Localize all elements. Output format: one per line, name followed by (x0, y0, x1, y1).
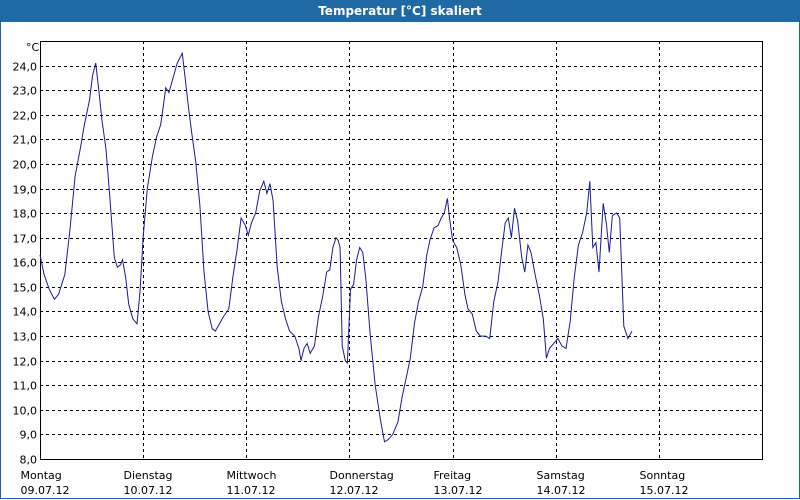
y-axis-ticks: 8,0 9,0 10,0 11,0 12,0 13,0 14,0 15,0 16,0 17,0 18… (13, 61, 38, 467)
y-tick-label: 17,0 (13, 233, 38, 246)
y-tick-label: 11,0 (13, 380, 38, 393)
y-tick-label: 22,0 (13, 110, 38, 123)
y-tick-label: 16,0 (13, 257, 38, 270)
x-day-label: Mittwoch (227, 469, 277, 482)
x-date-label: 10.07.12 (124, 484, 173, 497)
y-tick-label: 13,0 (13, 331, 38, 344)
x-date-label: 13.07.12 (434, 484, 483, 497)
line-chart: °C 8,0 9,0 10,0 11,0 12,0 13,0 14,0 15,0 16,0 17,… (13, 41, 763, 497)
y-tick-label: 9,0 (20, 429, 38, 442)
x-axis-day-labels: Montag 09.07.12 Dienstag 10.07.12 Mittwoch 11… (21, 469, 689, 497)
y-tick-label: 8,0 (20, 454, 38, 467)
y-tick-label: 20,0 (13, 159, 38, 172)
x-day-label: Montag (21, 469, 62, 482)
temperature-line (39, 51, 633, 443)
x-day-label: Donnerstag (330, 469, 394, 482)
x-date-label: 09.07.12 (21, 484, 70, 497)
x-date-label: 12.07.12 (330, 484, 379, 497)
x-date-label: 15.07.12 (640, 484, 689, 497)
grid (40, 41, 762, 460)
y-tick-label: 14,0 (13, 306, 38, 319)
x-date-label: 11.07.12 (227, 484, 276, 497)
y-tick-label: 23,0 (13, 85, 38, 98)
y-tick-label: 10,0 (13, 405, 38, 418)
y-tick-label: 24,0 (13, 61, 38, 74)
y-tick-label: 18,0 (13, 208, 38, 221)
plot-area (40, 41, 763, 460)
x-date-label: 14.07.12 (537, 484, 586, 497)
y-tick-label: 15,0 (13, 282, 38, 295)
x-day-label: Freitag (434, 469, 472, 482)
x-day-label: Dienstag (124, 469, 173, 482)
y-axis-unit-label: °C (26, 41, 40, 54)
y-tick-label: 21,0 (13, 134, 38, 147)
x-day-label: Sonntag (640, 469, 686, 482)
x-day-label: Samstag (537, 469, 585, 482)
y-tick-label: 12,0 (13, 356, 38, 369)
y-tick-label: 19,0 (13, 184, 38, 197)
